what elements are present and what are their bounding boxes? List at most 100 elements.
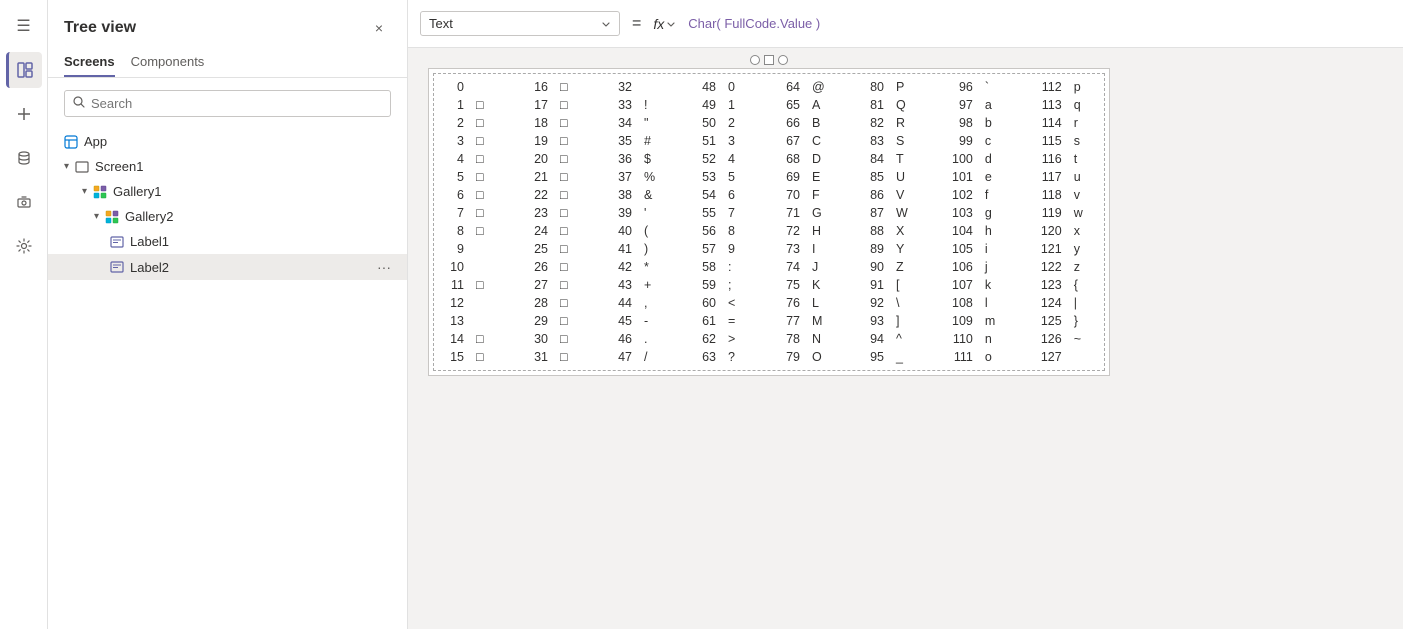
sidebar-icon-layers[interactable] (6, 52, 42, 88)
ascii-num: 63 (694, 348, 722, 366)
ascii-num: 82 (862, 114, 890, 132)
property-selector-label: Text (429, 16, 593, 31)
ascii-char: n (979, 330, 1007, 348)
sidebar-icon-menu[interactable]: ☰ (6, 8, 42, 44)
sidebar-icon-add[interactable] (6, 96, 42, 132)
ascii-char: : (722, 258, 750, 276)
close-button[interactable]: × (367, 16, 391, 40)
sidebar-icon-media[interactable] (6, 184, 42, 220)
ascii-num: 37 (610, 168, 638, 186)
ascii-num: 65 (778, 96, 806, 114)
ascii-char: N (806, 330, 834, 348)
ascii-char: □ (470, 114, 498, 132)
handle-square[interactable] (764, 55, 774, 65)
ascii-num: 19 (526, 132, 554, 150)
ascii-num: 7 (442, 204, 470, 222)
ascii-num: 43 (610, 276, 638, 294)
ascii-char: v (1068, 186, 1096, 204)
tree-item-gallery2[interactable]: ▾ Gallery2 (48, 204, 407, 229)
tree-item-app[interactable]: App (48, 129, 407, 154)
search-box[interactable] (64, 90, 391, 117)
ascii-num: 75 (778, 276, 806, 294)
col-separator (582, 78, 610, 96)
ascii-num: 77 (778, 312, 806, 330)
ascii-char: R (890, 114, 918, 132)
search-icon (73, 96, 85, 111)
col-separator (834, 258, 862, 276)
col-separator (498, 348, 526, 366)
col-separator (582, 348, 610, 366)
fx-button[interactable]: fx (653, 16, 676, 32)
ascii-num: 52 (694, 150, 722, 168)
col-separator (1007, 348, 1035, 366)
ascii-char: l (979, 294, 1007, 312)
col-separator (1007, 150, 1035, 168)
ascii-char: _ (890, 348, 918, 366)
ascii-char: D (806, 150, 834, 168)
ascii-num: 15 (442, 348, 470, 366)
ascii-char: E (806, 168, 834, 186)
gallery1-icon (93, 185, 107, 199)
sidebar-icon-data[interactable] (6, 140, 42, 176)
ascii-char: a (979, 96, 1007, 114)
col-separator (498, 96, 526, 114)
col-separator (834, 204, 862, 222)
handle-dot[interactable] (750, 55, 760, 65)
formula-input[interactable]: Char( FullCode.Value ) (684, 14, 1391, 33)
ascii-char: ! (638, 96, 666, 114)
col-separator (918, 114, 946, 132)
ascii-num: 46 (610, 330, 638, 348)
tree-content: App ▾ Screen1 ▾ Gallery1 ▾ (48, 129, 407, 629)
ascii-char: " (638, 114, 666, 132)
ascii-char: S (890, 132, 918, 150)
ascii-char: h (979, 222, 1007, 240)
col-separator (750, 96, 778, 114)
handle-dot-2[interactable] (778, 55, 788, 65)
ascii-char: U (890, 168, 918, 186)
ascii-num: 76 (778, 294, 806, 312)
tab-screens[interactable]: Screens (64, 48, 115, 77)
table-row: 2□18□34"50266B82R98b114r (442, 114, 1096, 132)
col-separator (666, 294, 694, 312)
ascii-char (470, 294, 498, 312)
col-separator (750, 348, 778, 366)
col-separator (918, 150, 946, 168)
ascii-num: 90 (862, 258, 890, 276)
ascii-char: 3 (722, 132, 750, 150)
ascii-num: 27 (526, 276, 554, 294)
ascii-num: 101 (946, 168, 979, 186)
tree-item-label2[interactable]: Label2 ··· (48, 254, 407, 280)
col-separator (750, 132, 778, 150)
chevron-down-icon (601, 19, 611, 29)
ascii-char: W (890, 204, 918, 222)
label2-icon (110, 260, 124, 274)
col-separator (918, 258, 946, 276)
ascii-num: 64 (778, 78, 806, 96)
tree-item-label1[interactable]: Label1 (48, 229, 407, 254)
col-separator (1007, 96, 1035, 114)
col-separator (918, 222, 946, 240)
ascii-num: 55 (694, 204, 722, 222)
ascii-num: 93 (862, 312, 890, 330)
tab-components[interactable]: Components (131, 48, 205, 77)
ascii-char: □ (554, 114, 582, 132)
ascii-char: - (638, 312, 666, 330)
tree-title: Tree view (64, 19, 136, 37)
item-actions-icon[interactable]: ··· (377, 259, 391, 275)
ascii-num: 92 (862, 294, 890, 312)
sidebar-icon-settings[interactable] (6, 228, 42, 264)
ascii-num: 62 (694, 330, 722, 348)
ascii-char: x (1068, 222, 1096, 240)
ascii-char: s (1068, 132, 1096, 150)
col-separator (498, 204, 526, 222)
ascii-num: 51 (694, 132, 722, 150)
ascii-num: 110 (946, 330, 979, 348)
search-input[interactable] (91, 96, 382, 111)
ascii-char: \ (890, 294, 918, 312)
property-selector[interactable]: Text (420, 11, 620, 36)
tree-item-gallery1[interactable]: ▾ Gallery1 (48, 179, 407, 204)
ascii-char: i (979, 240, 1007, 258)
tree-item-screen1[interactable]: ▾ Screen1 (48, 154, 407, 179)
chevron-down-icon-fx (666, 19, 676, 29)
ascii-num: 21 (526, 168, 554, 186)
